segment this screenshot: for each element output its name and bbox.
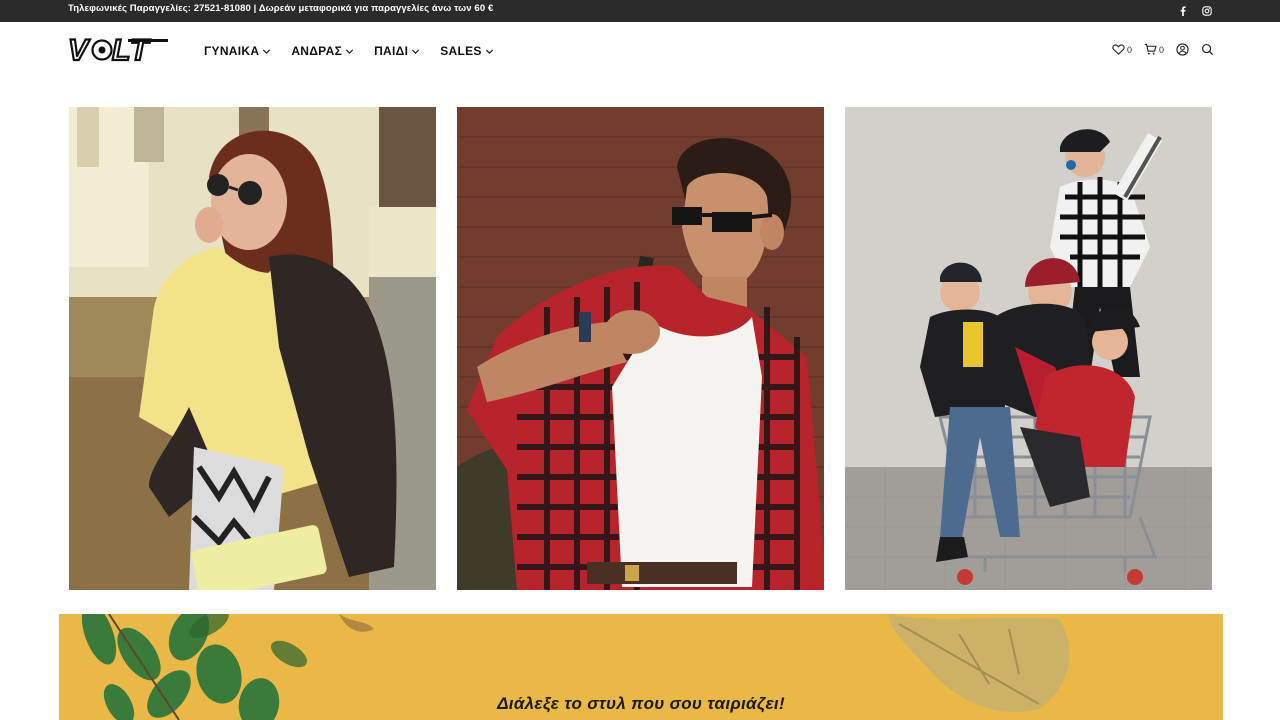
category-tile-men[interactable] <box>457 107 824 590</box>
category-tile-kids[interactable] <box>845 107 1212 590</box>
category-tile-women[interactable] <box>69 107 436 590</box>
photo-kids <box>845 107 1212 590</box>
nav-item-kids[interactable]: ΠΑΙΔΙ <box>374 44 420 58</box>
promo-banner[interactable]: Διάλεξε το στυλ που σου ταιριάζει! <box>59 614 1223 720</box>
nav-label: ΠΑΙΔΙ <box>374 44 409 58</box>
chevron-down-icon <box>485 48 493 54</box>
user-icon <box>1176 43 1189 56</box>
nav-label: ΓΥΝΑΙΚΑ <box>204 44 260 58</box>
banner-headline: Διάλεξε το στυλ που σου ταιριάζει! <box>497 694 785 713</box>
cart-icon <box>1144 43 1157 55</box>
search-icon <box>1201 43 1214 56</box>
cart-count: 0 <box>1158 44 1164 55</box>
nav-item-men[interactable]: ΑΝΔΡΑΣ <box>291 44 354 58</box>
top-bar-message: Τηλεφωνικές Παραγγελίες: 27521-81080 | Δ… <box>68 3 494 14</box>
top-bar: Τηλεφωνικές Παραγγελίες: 27521-81080 | Δ… <box>0 0 1280 22</box>
nav-label: SALES <box>440 44 482 58</box>
chevron-down-icon <box>412 48 420 54</box>
social-links <box>1176 2 1214 20</box>
wishlist-count: 0 <box>1126 44 1132 55</box>
nav-item-sales[interactable]: SALES <box>440 44 494 58</box>
search-button[interactable] <box>1201 43 1214 56</box>
instagram-icon[interactable] <box>1200 4 1214 18</box>
nav-item-women[interactable]: ΓΥΝΑΙΚΑ <box>204 44 271 58</box>
svg-text:L: L <box>112 34 130 66</box>
cart-button[interactable]: 0 <box>1144 43 1164 56</box>
site-header: V L T ΓΥΝΑΙΚΑ ΑΝΔΡΑΣ ΠΑΙΔΙ SALES 0 0 <box>0 22 1280 84</box>
facebook-icon[interactable] <box>1176 4 1190 18</box>
photo-woman <box>69 107 436 590</box>
svg-text:T: T <box>130 34 151 66</box>
brand-logo[interactable]: V L T <box>67 33 172 68</box>
nav-label: ΑΝΔΡΑΣ <box>291 44 343 58</box>
svg-text:V: V <box>68 34 91 66</box>
heart-icon <box>1112 44 1125 55</box>
account-button[interactable] <box>1176 43 1189 56</box>
header-tools: 0 0 <box>1112 43 1214 56</box>
photo-man <box>457 107 824 590</box>
chevron-down-icon <box>263 48 271 54</box>
main-navigation: ΓΥΝΑΙΚΑ ΑΝΔΡΑΣ ΠΑΙΔΙ SALES <box>204 44 494 58</box>
chevron-down-icon <box>346 48 354 54</box>
wishlist-button[interactable]: 0 <box>1112 43 1132 56</box>
